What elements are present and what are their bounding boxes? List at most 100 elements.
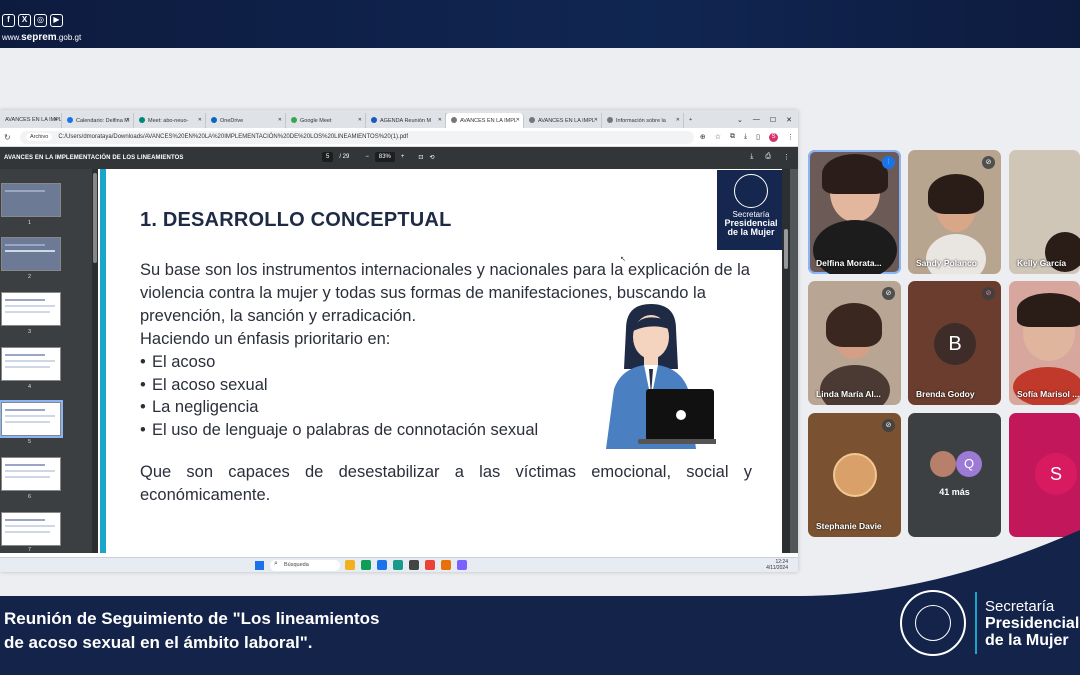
zoom-out-icon[interactable]: − [365, 154, 369, 160]
participant-tile[interactable]: S [1009, 413, 1080, 537]
star-icon[interactable]: ☆ [715, 133, 721, 141]
participant-tile[interactable]: ⊘ Linda María Al... [808, 281, 901, 405]
participant-tile[interactable]: ⊘ Stephanie Davie [808, 413, 901, 537]
participant-tile[interactable]: B ⊘ Brenda Godoy [908, 281, 1001, 405]
participant-tile[interactable]: ⊘ Sandy Polanco [908, 150, 1001, 274]
browser-tab[interactable]: AVANCES EN LA IMPL ✕ [0, 113, 62, 128]
page-number-input[interactable]: 5 [322, 152, 334, 162]
close-icon[interactable]: ✕ [54, 117, 58, 123]
close-icon[interactable]: ✕ [516, 117, 520, 123]
browser-tab[interactable]: Calendario: Delfina M ✕ [62, 113, 134, 128]
pdf-toolbar: AVANCES EN LA IMPLEMENTACIÓN DE LOS LINE… [0, 147, 798, 169]
close-icon[interactable]: ✕ [676, 117, 680, 123]
seal-icon [734, 174, 768, 208]
thumb-number: 2 [28, 274, 32, 280]
profile-avatar[interactable]: S [769, 132, 778, 142]
download-icon[interactable]: ⤓ [744, 133, 747, 141]
close-icon[interactable]: ✕ [358, 117, 362, 123]
close-icon[interactable]: ✕ [126, 117, 130, 123]
secretaria-logo: Secretaría Presidencial de la Mujer [717, 170, 785, 250]
guatemala-seal-icon [900, 590, 966, 656]
page-thumbnail[interactable] [1, 292, 61, 326]
maximize-icon[interactable]: ☐ [770, 116, 776, 124]
thumbnail-panel: 1 2 3 4 5 6 7 [0, 169, 92, 553]
close-icon[interactable]: ✕ [198, 117, 202, 123]
youtube-icon[interactable]: ▶ [50, 14, 63, 27]
wordmark-line: Secretaría [985, 598, 1055, 615]
tab-bar: AVANCES EN LA IMPL ✕ Calendario: Delfina … [0, 110, 798, 128]
woman-laptop-illustration [606, 304, 716, 449]
instagram-icon[interactable]: ◎ [34, 14, 47, 27]
close-icon[interactable]: ✕ [278, 117, 282, 123]
reload-icon[interactable]: ↻ [4, 133, 14, 142]
participant-tile[interactable]: ⫶ Delfina Morata... [808, 150, 901, 274]
speaking-icon: ⫶ [882, 156, 895, 169]
browser-tab[interactable]: OneDrive ✕ [206, 113, 286, 128]
pdf-page-controls: 5 / 29 − 83% + ⊡ ⟲ [322, 152, 434, 162]
rotate-icon[interactable]: ⟲ [429, 154, 434, 161]
window-controls: ⌄ — ☐ ✕ [731, 116, 798, 128]
onedrive-icon [211, 117, 217, 123]
browser-tab[interactable]: Google Meet ✕ [286, 113, 366, 128]
logo-line: de la Mujer [727, 227, 775, 237]
caption-line: de acoso sexual en el ámbito laboral". [4, 633, 313, 652]
thumb-number: 1 [28, 220, 32, 226]
participant-name: Kelly García [1017, 258, 1067, 268]
browser-tab[interactable]: Meet: abo-neuo- ✕ [134, 113, 206, 128]
browser-tab-active[interactable]: AVANCES EN LA IMPL ✕ [446, 113, 524, 128]
page-thumbnail[interactable] [1, 183, 61, 217]
url-text: C:/Users/dmorataya/Downloads/AVANCES%20E… [58, 134, 409, 140]
url-input[interactable]: Archivo C:/Users/dmorataya/Downloads/AVA… [20, 130, 694, 144]
close-icon[interactable]: ✕ [594, 117, 598, 123]
x-icon[interactable]: X [18, 14, 31, 27]
divider [975, 592, 977, 654]
meet-icon [291, 117, 297, 123]
slide-page: 1. DESARROLLO CONCEPTUAL Secretaría Pres… [98, 169, 790, 553]
participant-name: Sofía Marisol ... [1017, 389, 1080, 399]
top-bar [0, 0, 1080, 48]
menu-icon[interactable]: ⋮ [787, 133, 794, 141]
fit-page-icon[interactable]: ⊡ [418, 154, 423, 161]
facebook-icon[interactable]: f [2, 14, 15, 27]
chevron-down-icon[interactable]: ⌄ [737, 116, 743, 124]
print-icon[interactable]: ⎙ [765, 153, 771, 161]
browser-tab[interactable]: AVANCES EN LA IMPL ✕ [524, 113, 602, 128]
participant-name: Brenda Godoy [916, 389, 975, 399]
participant-tile[interactable]: Kelly García [1009, 150, 1080, 274]
more-icon[interactable]: ⋮ [783, 153, 790, 161]
minimize-icon[interactable]: — [753, 116, 760, 124]
globe-icon [451, 117, 457, 123]
page-thumbnail[interactable] [1, 457, 61, 491]
thumb-number: 6 [28, 494, 32, 500]
thumb-number: 4 [28, 384, 32, 390]
file-chip[interactable]: Archivo [26, 133, 53, 141]
extensions-icon[interactable]: ⧉ [730, 133, 735, 141]
zoom-icon[interactable]: ⊕ [700, 133, 706, 141]
page-thumbnail-selected[interactable] [0, 400, 63, 438]
more-participants-tile[interactable]: Q 41 más [908, 413, 1001, 537]
close-window-icon[interactable]: ✕ [786, 116, 792, 124]
avatar: S [1035, 453, 1077, 495]
page-scrollbar[interactable] [782, 169, 790, 553]
new-tab-button[interactable]: + [684, 113, 700, 128]
thumb-number: 5 [28, 439, 32, 445]
browser-tab[interactable]: AGENDA Reunión M ✕ [366, 113, 446, 128]
participant-name: Linda María Al... [816, 389, 881, 399]
secretaria-wordmark: Secretaría Presidencial de la Mujer [985, 598, 1079, 649]
browser-tab[interactable]: Información sobre la ✕ [602, 113, 684, 128]
page-thumbnail[interactable] [1, 237, 61, 271]
mic-off-icon: ⊘ [982, 287, 995, 300]
page-thumbnail[interactable] [1, 347, 61, 381]
avatar: Q [956, 451, 982, 477]
zoom-in-icon[interactable]: + [401, 154, 405, 160]
meeting-caption: Reunión de Seguimiento de "Los lineamien… [4, 607, 380, 655]
accent-bar [100, 169, 106, 553]
mic-off-icon: ⊘ [982, 156, 995, 169]
download-icon[interactable]: ⤓ [750, 153, 753, 161]
mic-off-icon: ⊘ [882, 287, 895, 300]
social-icons: f X ◎ ▶ [2, 14, 63, 27]
close-icon[interactable]: ✕ [438, 117, 442, 123]
participant-tile[interactable]: Sofía Marisol ... [1009, 281, 1080, 405]
sidebar-icon[interactable]: ▯ [756, 133, 760, 141]
zoom-input[interactable]: 83% [374, 152, 395, 162]
